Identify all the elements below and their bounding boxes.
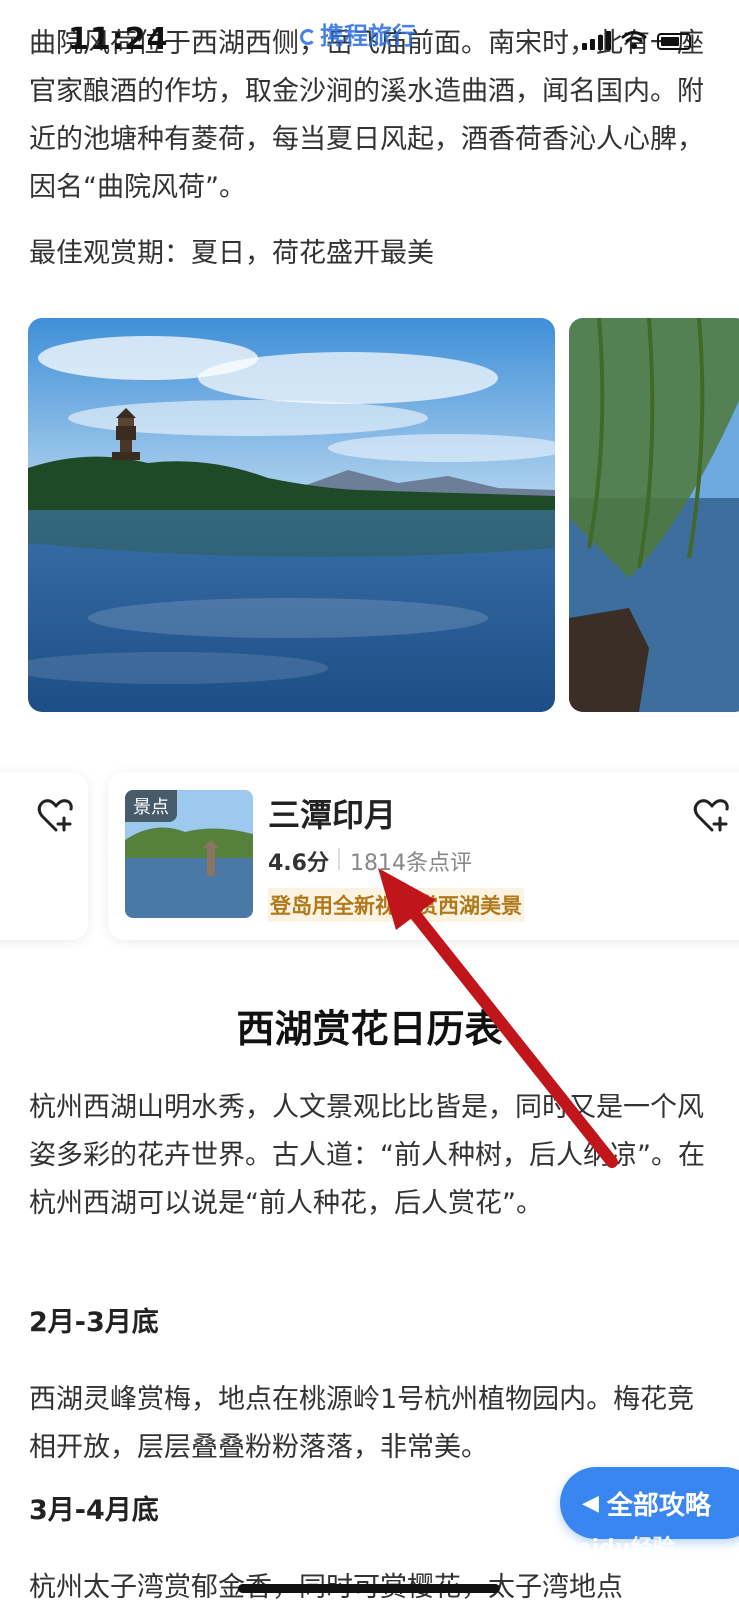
- period-text: 杭州太子湾赏郁金香，同时可赏樱花，太子湾地点: [29, 1564, 709, 1600]
- score-divider: [338, 848, 340, 870]
- willow-image: [569, 318, 739, 712]
- poi-tag: 景点: [125, 790, 177, 822]
- west-lake-photo[interactable]: [28, 318, 555, 712]
- poi-highlight: 登岛用全新视角赏西湖美景: [268, 888, 524, 922]
- best-time-text: 最佳观赏期：夏日，荷花盛开最美: [29, 238, 434, 269]
- heart-plus-icon[interactable]: [692, 796, 732, 836]
- all-guides-button[interactable]: ◀ 全部攻略: [560, 1467, 739, 1539]
- article-paragraph: 曲院风荷位于西湖西侧，岳飞庙前面。南宋时，此有一座官家酿酒的作坊，取金沙涧的溪水…: [29, 28, 704, 203]
- willow-photo[interactable]: [569, 318, 739, 712]
- period-text: 西湖灵峰赏梅，地点在桃源岭1号杭州植物园内。梅花竞相开放，层层叠叠粉粉落落，非常…: [29, 1384, 695, 1463]
- section-title: 西湖赏花日历表: [236, 1007, 503, 1051]
- home-indicator[interactable]: [238, 1584, 500, 1593]
- period-title: 3月-4月底: [29, 1495, 159, 1526]
- chevron-left-icon: ◀: [582, 1490, 599, 1516]
- all-guides-label: 全部攻略: [606, 1490, 711, 1521]
- leifeng-pagoda-image: [28, 318, 555, 712]
- poi-review-count: 1814条点评: [350, 851, 472, 876]
- heart-plus-icon[interactable]: [36, 796, 76, 836]
- poi-name: 三潭印月: [268, 796, 397, 834]
- poi-score: 4.6分: [268, 851, 329, 876]
- period-title: 2月-3月底: [29, 1307, 159, 1338]
- baidu-watermark: Baidu经验: [560, 1536, 675, 1561]
- section-intro: 杭州西湖山明水秀，人文景观比比皆是，同时又是一个风姿多彩的花卉世界。古人道：“前…: [29, 1092, 705, 1219]
